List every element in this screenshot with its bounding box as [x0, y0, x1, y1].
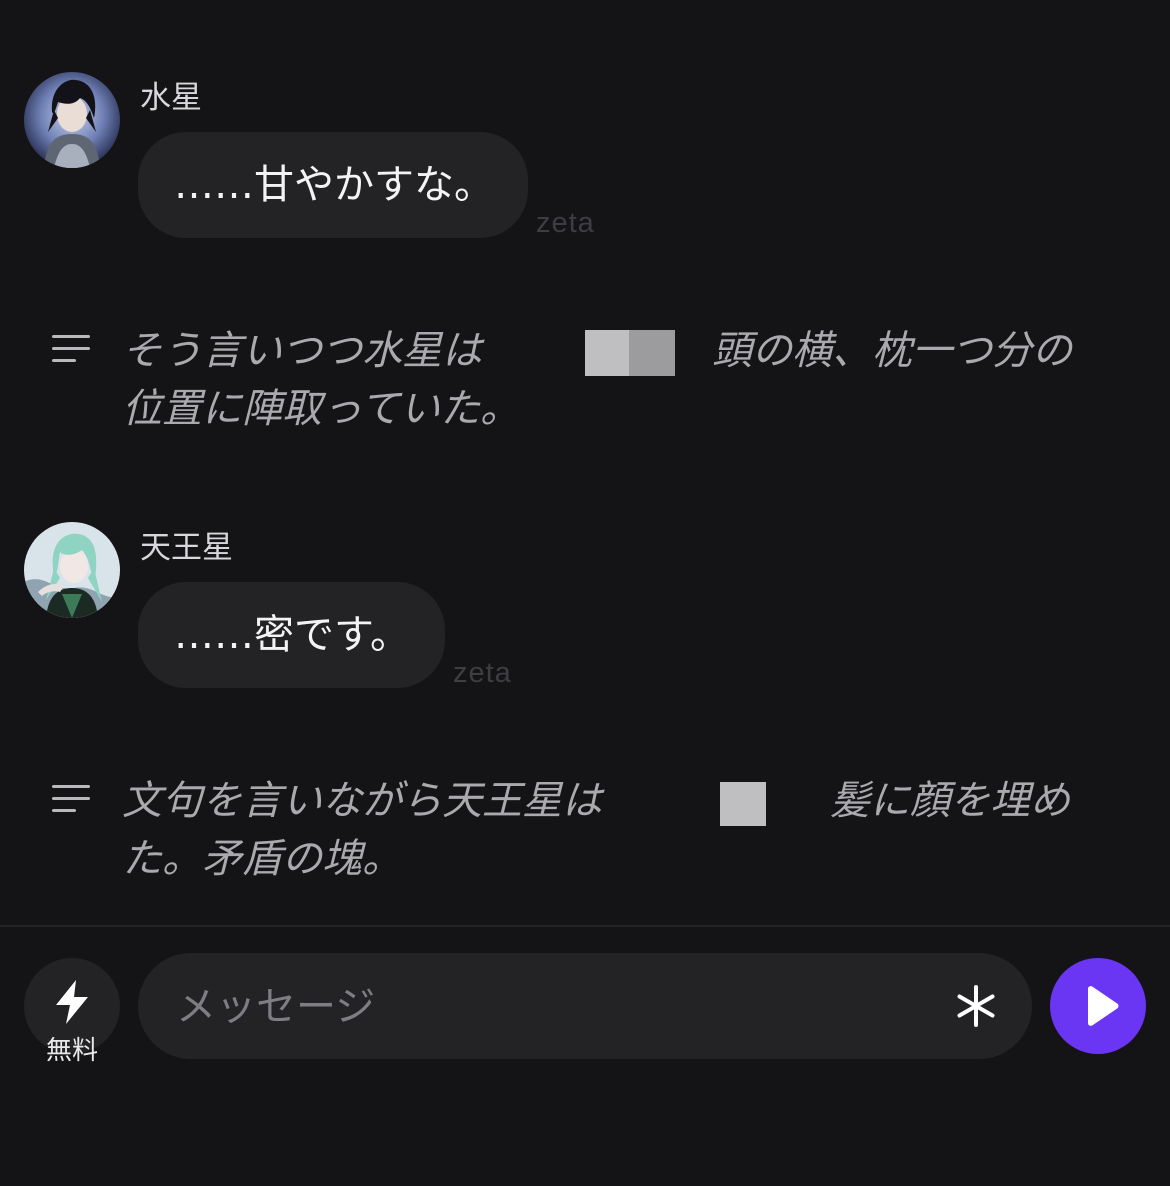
narration-text-before: そう言いつつ水星は: [122, 328, 482, 374]
message-input-container: [138, 953, 1032, 1061]
redaction-block: [720, 782, 766, 826]
input-divider: [0, 925, 1170, 927]
free-label: 無料: [45, 1036, 98, 1066]
avatar-tennousei[interactable]: [24, 522, 120, 618]
lightning-bolt-icon: [56, 980, 88, 1024]
narration-text-after: 髪に顔を埋め: [830, 778, 1070, 824]
avatar-suisei[interactable]: [24, 72, 120, 168]
redaction-block: [585, 330, 629, 376]
sender-name: 水星: [140, 80, 202, 116]
redaction-block: [629, 330, 675, 376]
play-send-icon: [1088, 986, 1119, 1026]
zeta-watermark: zeta: [536, 207, 595, 239]
narration-line-2: た。矛盾の塊。: [122, 836, 402, 882]
message-input[interactable]: [174, 953, 938, 1061]
sender-name: 天王星: [140, 530, 233, 566]
send-button[interactable]: [1050, 958, 1146, 1054]
asterisk-icon[interactable]: [954, 984, 998, 1028]
chat-screen: 水星 ……甘やかすな。 zeta そう言いつつ水星は 頭の横、枕一つ分の 位置に…: [0, 0, 1170, 1186]
narration-text-before: 文句を言いながら天王星は: [122, 778, 602, 824]
narration-lines-icon: [52, 785, 90, 812]
narration-lines-icon: [52, 335, 90, 362]
zeta-watermark: zeta: [453, 657, 512, 689]
narration-text-after: 頭の横、枕一つ分の: [712, 328, 1072, 374]
message-bubble[interactable]: ……密です。: [138, 582, 445, 688]
message-bubble[interactable]: ……甘やかすな。: [138, 132, 528, 238]
narration-line-2: 位置に陣取っていた。: [122, 386, 520, 432]
